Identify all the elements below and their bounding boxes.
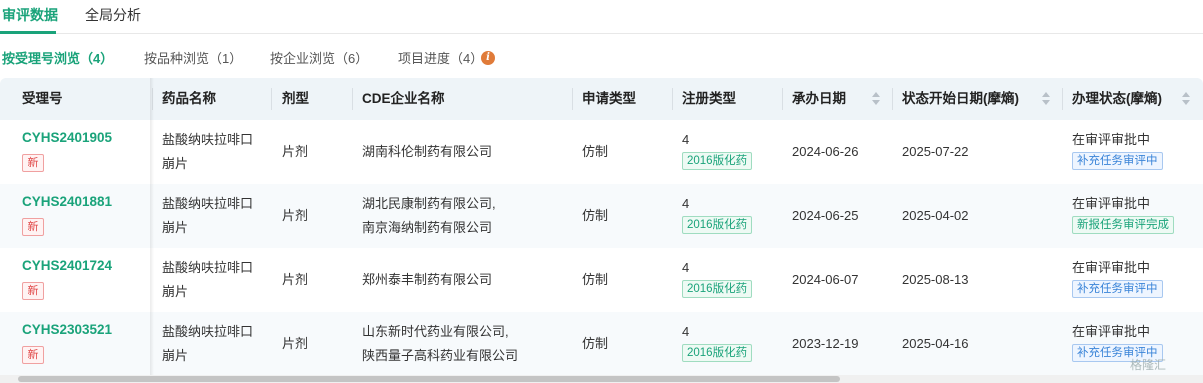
column-divider — [1062, 88, 1063, 110]
column-divider — [352, 88, 353, 110]
company-name: 湖北民康制药有限公司, — [362, 196, 496, 211]
drug-name-cont: 崩片 — [162, 220, 189, 235]
new-badge: 新 — [22, 154, 44, 172]
tab-review-data[interactable]: 审评数据 — [2, 6, 58, 24]
column-divider — [672, 88, 673, 110]
header-registration-type: 注册类型 — [682, 91, 736, 106]
acceptance-no-link[interactable]: CYHS2401724 — [22, 256, 112, 276]
dosage-form: 片剂 — [282, 336, 309, 351]
header-drug-name: 药品名称 — [162, 91, 216, 106]
undertake-date: 2023-12-19 — [792, 336, 859, 351]
status-start-date: 2025-07-22 — [902, 144, 969, 159]
undertake-date: 2024-06-07 — [792, 272, 859, 287]
status-badge: 补充任务审评中 — [1072, 280, 1163, 298]
header-cde-company: CDE企业名称 — [362, 91, 445, 106]
info-icon[interactable]: i — [481, 51, 495, 65]
subtab-by-variety[interactable]: 按品种浏览（1） — [144, 50, 242, 68]
registration-type: 4 — [682, 260, 690, 275]
status-badge: 新报任务审评完成 — [1072, 216, 1174, 234]
dosage-form: 片剂 — [282, 272, 309, 287]
drug-name: 盐酸纳呋拉啡口 — [162, 260, 254, 275]
table-row[interactable]: CYHS2303521 新 盐酸纳呋拉啡口 崩片 片剂 山东新时代药业有限公司,… — [0, 312, 1203, 376]
processing-status: 在审评审批中 — [1072, 260, 1151, 275]
status-badge: 补充任务审评中 — [1072, 152, 1163, 170]
sort-icon[interactable] — [1182, 91, 1190, 107]
new-badge: 新 — [22, 218, 44, 236]
active-tab-indicator — [0, 31, 56, 34]
sort-icon[interactable] — [872, 91, 880, 107]
application-type: 仿制 — [582, 208, 609, 223]
sort-icon[interactable] — [1042, 91, 1050, 107]
application-type: 仿制 — [582, 272, 609, 287]
registration-tag: 2016版化药 — [682, 216, 753, 234]
registration-tag: 2016版化药 — [682, 280, 753, 298]
application-type: 仿制 — [582, 144, 609, 159]
drug-name-cont: 崩片 — [162, 156, 189, 171]
company-name-2: 陕西量子高科药业有限公司 — [362, 348, 519, 363]
registration-tag: 2016版化药 — [682, 152, 753, 170]
registration-type: 4 — [682, 196, 690, 211]
header-processing-status[interactable]: 办理状态(摩熵) — [1072, 78, 1162, 120]
sub-tab-bar: 按受理号浏览（4） 按品种浏览（1） 按企业浏览（6） 项目进度（4） i — [0, 48, 600, 70]
status-start-date: 2025-08-13 — [902, 272, 969, 287]
dosage-form: 片剂 — [282, 144, 309, 159]
new-badge: 新 — [22, 282, 44, 300]
dosage-form: 片剂 — [282, 208, 309, 223]
header-application-type: 申请类型 — [582, 91, 636, 106]
fixed-column-shadow — [150, 78, 154, 378]
drug-name-cont: 崩片 — [162, 348, 189, 363]
drug-name: 盐酸纳呋拉啡口 — [162, 132, 254, 147]
status-start-date: 2025-04-02 — [902, 208, 969, 223]
acceptance-no-link[interactable]: CYHS2303521 — [22, 320, 112, 340]
processing-status: 在审评审批中 — [1072, 132, 1151, 147]
column-divider — [572, 88, 573, 110]
header-undertake-date[interactable]: 承办日期 — [792, 78, 846, 120]
processing-status: 在审评审批中 — [1072, 196, 1151, 211]
company-name: 湖南科伦制药有限公司 — [362, 144, 493, 159]
drug-name: 盐酸纳呋拉啡口 — [162, 196, 254, 211]
undertake-date: 2024-06-25 — [792, 208, 859, 223]
new-badge: 新 — [22, 346, 44, 364]
subtab-by-acceptance-no[interactable]: 按受理号浏览（4） — [2, 50, 113, 68]
column-divider — [782, 88, 783, 110]
header-status-start-date[interactable]: 状态开始日期(摩熵) — [902, 78, 1019, 120]
status-start-date: 2025-04-16 — [902, 336, 969, 351]
registration-tag: 2016版化药 — [682, 344, 753, 362]
subtab-by-company[interactable]: 按企业浏览（6） — [270, 50, 368, 68]
company-name-2: 南京海纳制药有限公司 — [362, 220, 493, 235]
processing-status: 在审评审批中 — [1072, 324, 1151, 339]
drug-name: 盐酸纳呋拉啡口 — [162, 324, 254, 339]
review-table: 受理号 药品名称 剂型 CDE企业名称 申请类型 注册类型 承办日期 状态开始日… — [0, 78, 1203, 378]
company-name: 山东新时代药业有限公司, — [362, 324, 509, 339]
acceptance-no-link[interactable]: CYHS2401881 — [22, 192, 112, 212]
header-acceptance-no: 受理号 — [22, 91, 63, 106]
table-row[interactable]: CYHS2401881 新 盐酸纳呋拉啡口 崩片 片剂 湖北民康制药有限公司, … — [0, 184, 1203, 248]
registration-type: 4 — [682, 324, 690, 339]
horizontal-scrollbar-thumb[interactable] — [18, 376, 840, 382]
registration-type: 4 — [682, 132, 690, 147]
header-dosage-form: 剂型 — [282, 91, 309, 106]
column-divider — [892, 88, 893, 110]
undertake-date: 2024-06-26 — [792, 144, 859, 159]
table-row[interactable]: CYHS2401724 新 盐酸纳呋拉啡口 崩片 片剂 郑州泰丰制药有限公司 仿… — [0, 248, 1203, 312]
table-header: 受理号 药品名称 剂型 CDE企业名称 申请类型 注册类型 承办日期 状态开始日… — [0, 78, 1203, 120]
tab-global-analysis[interactable]: 全局分析 — [85, 6, 141, 24]
company-name: 郑州泰丰制药有限公司 — [362, 272, 493, 287]
application-type: 仿制 — [582, 336, 609, 351]
drug-name-cont: 崩片 — [162, 284, 189, 299]
column-divider — [271, 88, 272, 110]
acceptance-no-link[interactable]: CYHS2401905 — [22, 128, 112, 148]
watermark-logo: 格隆汇 — [1130, 358, 1167, 372]
subtab-project-progress[interactable]: 项目进度（4） — [398, 50, 483, 68]
table-row[interactable]: CYHS2401905 新 盐酸纳呋拉啡口 崩片 片剂 湖南科伦制药有限公司 仿… — [0, 120, 1203, 184]
top-tab-bar: 审评数据 全局分析 — [0, 0, 1203, 34]
